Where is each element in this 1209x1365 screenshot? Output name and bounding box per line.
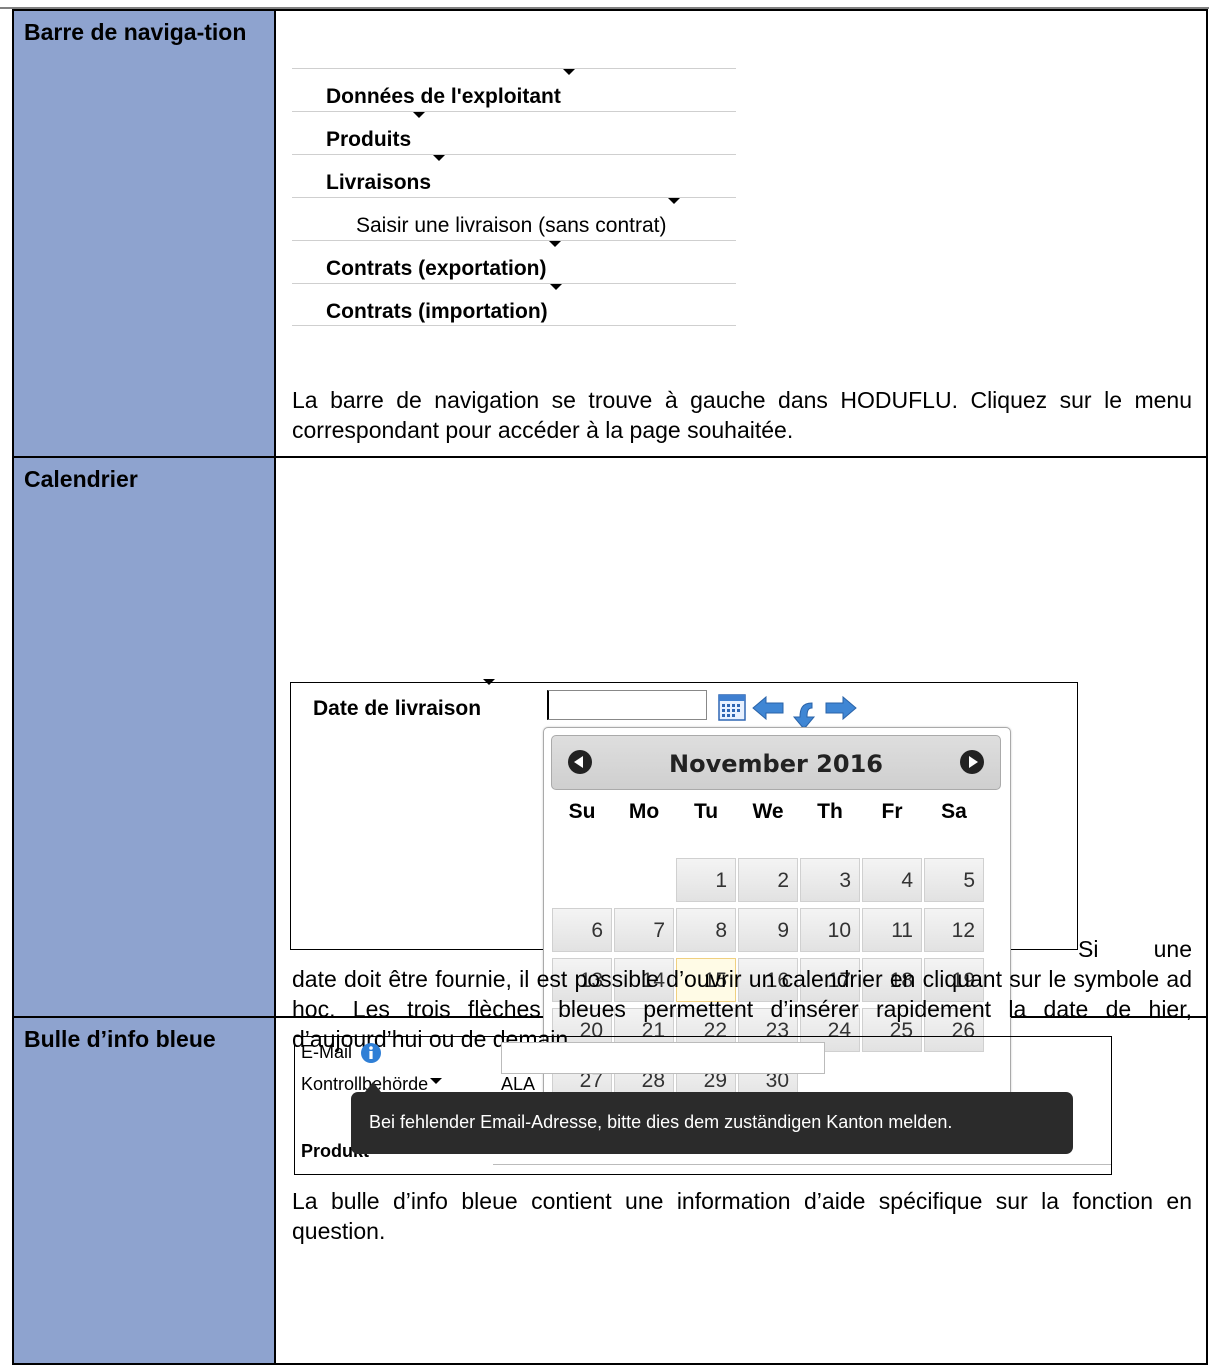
content-cell-calendar: Date de livraison November 2016 Su Mo Tu… (274, 456, 1208, 1125)
label-cell-navigation: Barre de naviga-tion (12, 9, 276, 458)
nav-item-livraisons[interactable]: Livraisons (292, 154, 736, 197)
date-label-text: Date de livraison (313, 697, 482, 720)
caret-down-icon (668, 198, 681, 204)
nav-item-contrats-import[interactable]: Contrats (importation) (292, 283, 736, 326)
day-cell[interactable]: 3 (800, 858, 860, 902)
table-row: Bulle d’info bleue E-Mail Kontrollbehörd… (12, 1016, 1208, 1365)
datepicker-header: November 2016 (551, 735, 1001, 790)
weekday-label: Tu (693, 800, 719, 823)
email-label: E-Mail (301, 1042, 353, 1062)
email-input[interactable] (501, 1042, 825, 1074)
date-field-label: Date de livraison (313, 679, 496, 721)
calendar-icon[interactable] (718, 693, 746, 721)
arrow-left-icon[interactable] (751, 691, 785, 725)
weekday-label: Mo (628, 800, 660, 823)
caret-down-icon (430, 1078, 443, 1084)
section-description: La bulle d’info bleue contient une infor… (292, 1188, 1192, 1244)
table-row: Barre de naviga-tion Données de l'exploi… (12, 9, 1208, 458)
section-label: Bulle d’info bleue (24, 1026, 216, 1052)
label-cell-calendar: Calendrier (12, 456, 276, 1018)
section-label: Calendrier (24, 466, 138, 492)
weekday-label: Su (568, 800, 596, 823)
nav-item-label: Livraisons (326, 171, 432, 194)
weekday-label: Fr (881, 800, 903, 823)
day-cell[interactable]: 4 (862, 858, 922, 902)
caret-down-icon (548, 241, 561, 247)
label-cell-info-bubble: Bulle d’info bleue (12, 1016, 276, 1365)
day-cell[interactable]: 2 (738, 858, 798, 902)
info-tooltip: Bei fehlender Email-Adresse, bitte dies … (351, 1082, 1073, 1154)
nav-item-label: Contrats (exportation) (326, 257, 547, 280)
info-icon[interactable] (360, 1042, 382, 1064)
section-description: La barre de navigation se trouve à gauch… (292, 387, 1192, 443)
caret-down-icon (562, 69, 575, 75)
weekday-label: We (752, 800, 784, 823)
nav-item-saisir-livraison[interactable]: Saisir une livraison (sans contrat) (292, 197, 736, 240)
nav-item-label: Données de l'exploitant (326, 85, 561, 108)
nav-item-produits[interactable]: Produits (292, 111, 736, 154)
help-table: Barre de naviga-tion Données de l'exploi… (12, 9, 1208, 1365)
section-label: Barre de naviga-tion (24, 19, 247, 45)
day-cell[interactable]: 5 (924, 858, 984, 902)
table-row: Calendrier Date de livraison November 20… (12, 456, 1208, 1125)
next-month-icon[interactable] (960, 750, 984, 774)
caret-down-icon (413, 112, 426, 118)
caret-down-icon (483, 679, 496, 685)
navigation-menu: Données de l'exploitant Produits Livrais… (292, 68, 736, 326)
weekday-label: Sa (941, 800, 967, 823)
info-bubble-screenshot: E-Mail Kontrollbehörde ALA Produkt Bei f… (294, 1036, 1112, 1175)
calendar-screenshot: Date de livraison November 2016 Su Mo Tu… (290, 679, 1078, 1125)
arrow-down-icon[interactable] (788, 697, 822, 731)
month-year-title: November 2016 (669, 750, 883, 778)
arrow-right-icon[interactable] (824, 691, 858, 725)
top-page-rule (0, 7, 1209, 9)
nav-item-label: Saisir une livraison (sans contrat) (356, 214, 667, 237)
nav-item-donnees[interactable]: Données de l'exploitant (292, 68, 736, 111)
nav-item-label: Contrats (importation) (326, 300, 548, 323)
nav-item-label: Produits (326, 128, 412, 151)
nav-item-contrats-export[interactable]: Contrats (exportation) (292, 240, 736, 283)
field-divider (493, 1164, 1111, 1165)
content-cell-info-bubble: E-Mail Kontrollbehörde ALA Produkt Bei f… (274, 1016, 1208, 1365)
content-cell-navigation: Données de l'exploitant Produits Livrais… (274, 9, 1208, 458)
caret-down-icon (433, 155, 446, 161)
weekday-label: Th (817, 800, 843, 823)
day-cell[interactable]: 1 (676, 858, 736, 902)
date-input[interactable] (547, 690, 707, 720)
caret-down-icon (549, 284, 562, 290)
tooltip-text: Bei fehlender Email-Adresse, bitte dies … (369, 1112, 953, 1132)
